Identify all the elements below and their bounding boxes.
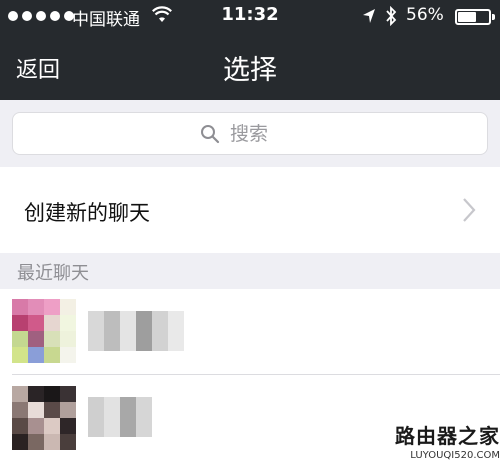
battery-fill — [458, 12, 476, 22]
recent-chats-label: 最近聊天 — [17, 263, 89, 284]
list-item[interactable] — [0, 289, 500, 375]
create-new-chat-row[interactable]: 创建新的聊天 — [0, 167, 500, 253]
create-new-chat-label: 创建新的聊天 — [24, 201, 150, 225]
contact-name-blurred — [88, 311, 184, 351]
contact-name-blurred — [88, 397, 152, 437]
site-watermark: 路由器之家 LUYOUQI520.COM — [372, 420, 500, 464]
watermark-title: 路由器之家 — [395, 424, 500, 448]
search-bar[interactable] — [12, 112, 488, 155]
location-arrow-icon — [363, 9, 375, 23]
page-title: 选择 — [223, 55, 277, 86]
search-icon — [201, 124, 220, 143]
battery-percent: 56% — [406, 5, 444, 25]
avatar — [12, 386, 76, 450]
status-bar: 中国联通 11:32 56% — [0, 0, 500, 34]
watermark-url: LUYOUQI520.COM — [410, 450, 500, 461]
chevron-right-icon — [463, 198, 476, 222]
search-container — [0, 100, 500, 167]
avatar — [12, 299, 76, 363]
battery-icon — [455, 9, 495, 25]
top-bar: 中国联通 11:32 56% 返回 选择 — [0, 0, 500, 100]
recent-chats-header: 最近聊天 — [0, 253, 500, 289]
bluetooth-icon — [386, 6, 397, 26]
search-input[interactable] — [230, 122, 300, 145]
